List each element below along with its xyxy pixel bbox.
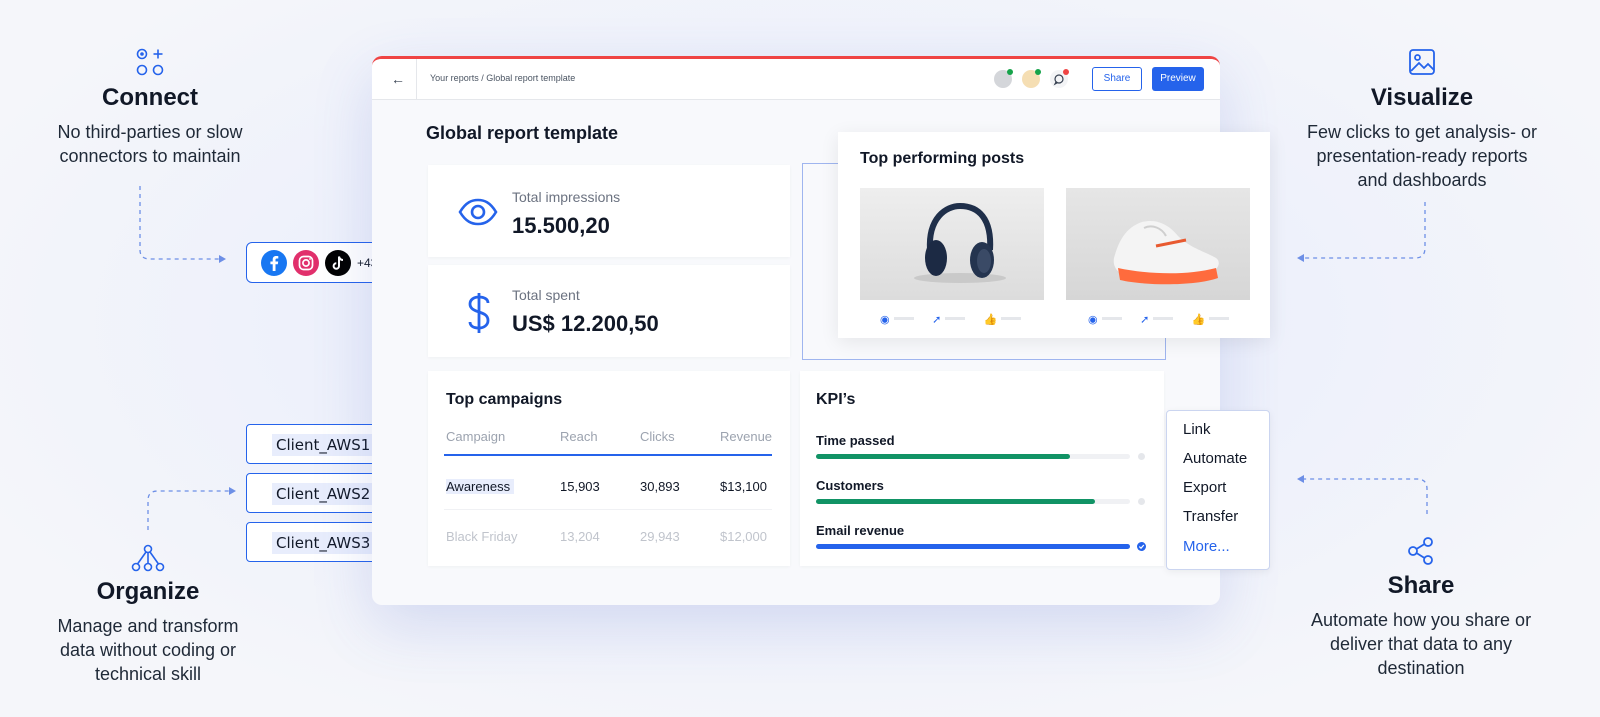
client-label: Client_AWS1 — [272, 434, 375, 456]
kpi-progress — [816, 454, 1130, 459]
preview-button[interactable]: Preview — [1152, 67, 1204, 91]
reach-cell: 15,903 — [560, 479, 600, 494]
menu-item-automate[interactable]: Automate — [1183, 450, 1247, 467]
menu-item-export[interactable]: Export — [1183, 479, 1226, 496]
kpi-dot — [1138, 453, 1145, 460]
views-icon: ◉ — [880, 314, 890, 326]
menu-item-more[interactable]: More... — [1183, 538, 1230, 555]
client-label: Client_AWS2 — [272, 483, 375, 505]
revenue-cell: $13,100 — [720, 479, 767, 494]
arrow-icon: ➚ — [932, 314, 942, 326]
kpi-progress — [816, 544, 1130, 549]
clicks-cell: 29,943 — [640, 529, 680, 544]
eye-icon — [458, 198, 498, 226]
metric-card[interactable]: Total spent US$ 12.200,50 — [428, 265, 790, 357]
kpi-progress — [816, 499, 1130, 504]
thumbs-up-icon: 👍 — [983, 314, 998, 326]
menu-item-transfer[interactable]: Transfer — [1183, 508, 1238, 525]
share-menu: Link Automate Export Transfer More... — [1166, 410, 1270, 570]
kpi-label: Customers — [816, 478, 884, 493]
metric-value: 15.500,20 — [512, 213, 610, 238]
facebook-icon — [261, 250, 287, 276]
top-campaigns-table[interactable]: Top campaigns Campaign Reach Clicks Reve… — [428, 371, 790, 566]
dollar-icon — [468, 293, 490, 333]
campaign-name: Black Friday — [446, 529, 518, 544]
avatar[interactable] — [1022, 69, 1041, 88]
column-header[interactable]: Clicks — [640, 429, 675, 444]
metric-card[interactable]: Total impressions 15.500,20 — [428, 165, 790, 257]
top-posts-card[interactable]: Top performing posts ◉ ➚ 👍 ◉ ➚ 👍 — [838, 132, 1270, 338]
metric-label: Total impressions — [512, 189, 621, 205]
post-stats: ◉ ➚ 👍 — [1088, 310, 1243, 326]
kpi-label: Time passed — [816, 433, 895, 448]
kpi-fill — [816, 454, 1071, 459]
kpi-label: Email revenue — [816, 523, 905, 538]
row-divider — [444, 509, 772, 510]
share-button[interactable]: Share — [1092, 67, 1142, 91]
editor-topbar: ← Your reports / Global report template … — [372, 59, 1220, 100]
back-button[interactable]: ← — [380, 59, 417, 99]
section-title: KPI’s — [816, 391, 856, 408]
post-image-sneaker[interactable] — [1066, 188, 1250, 300]
kpi-fill — [816, 499, 1096, 504]
post-image-headphones[interactable] — [860, 188, 1044, 300]
check-icon — [1137, 542, 1146, 551]
revenue-cell: $12,000 — [720, 529, 767, 544]
metric-label: Total spent — [512, 287, 580, 303]
section-title: Top performing posts — [860, 150, 1025, 167]
thumbs-up-icon: 👍 — [1191, 314, 1206, 326]
kpi-card[interactable]: KPI’s Time passed Customers Email revenu… — [800, 371, 1164, 566]
reach-cell: 13,204 — [560, 529, 600, 544]
column-header[interactable]: Reach — [560, 429, 598, 444]
breadcrumb[interactable]: Your reports / Global report template — [430, 73, 575, 83]
menu-item-link[interactable]: Link — [1183, 421, 1211, 438]
comment-icon[interactable] — [1050, 69, 1069, 88]
post-stats: ◉ ➚ 👍 — [880, 310, 1035, 326]
column-header[interactable]: Revenue — [720, 429, 772, 444]
client-label: Client_AWS3 — [272, 532, 375, 554]
clicks-cell: 30,893 — [640, 479, 680, 494]
column-header[interactable]: Campaign — [446, 429, 505, 444]
metric-value: US$ 12.200,50 — [512, 311, 659, 336]
kpi-fill — [816, 544, 1130, 549]
arrow-icon: ➚ — [1140, 314, 1150, 326]
tiktok-icon — [325, 250, 351, 276]
header-divider — [444, 454, 772, 456]
campaign-name: Awareness — [446, 479, 515, 494]
section-title: Top campaigns — [446, 391, 563, 408]
views-icon: ◉ — [1088, 314, 1098, 326]
report-title: Global report template — [426, 123, 619, 143]
instagram-icon — [293, 250, 319, 276]
kpi-dot — [1138, 498, 1145, 505]
avatar[interactable] — [994, 69, 1013, 88]
